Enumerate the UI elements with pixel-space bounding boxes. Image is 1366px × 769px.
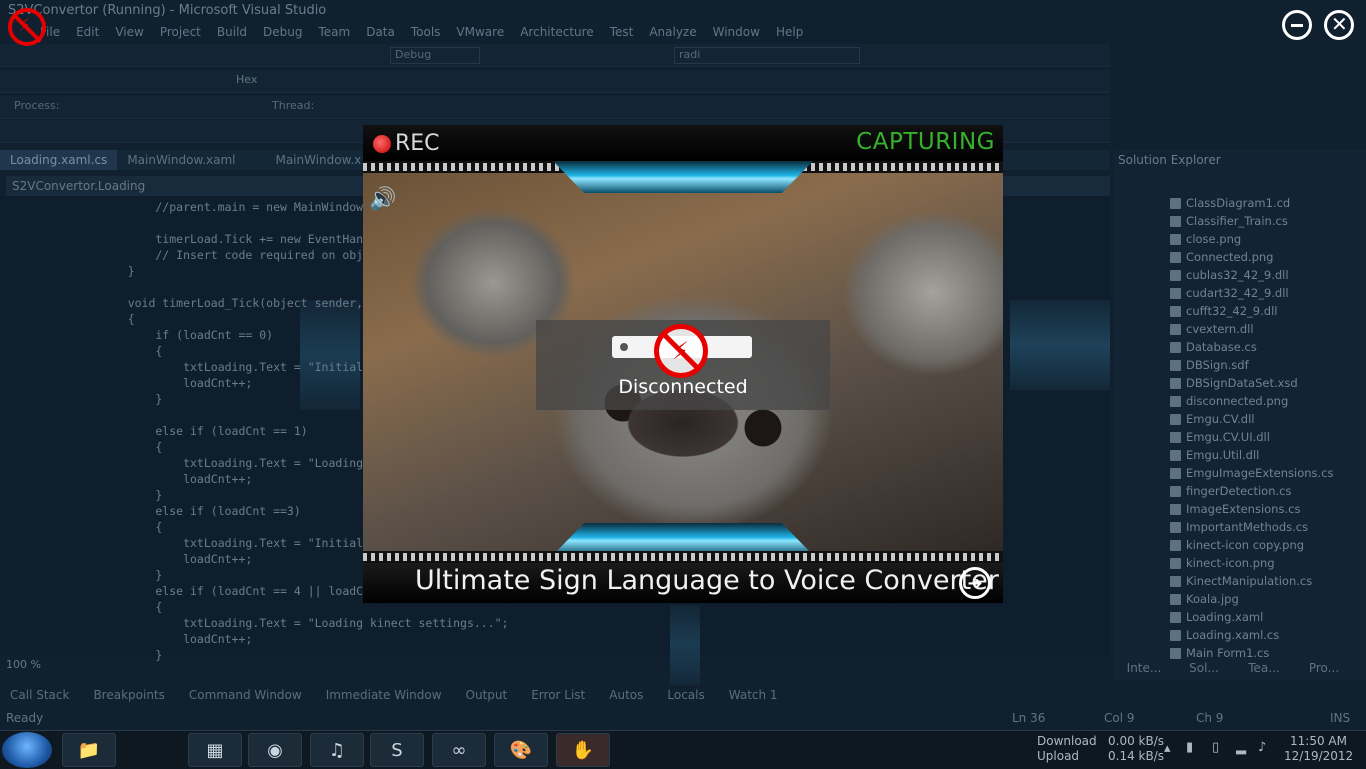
- itunes-icon[interactable]: ♫: [310, 733, 364, 767]
- rec-dot-icon: [373, 135, 391, 153]
- paint-app-icon[interactable]: ▦: [188, 733, 242, 767]
- capturing-status: CAPTURING: [856, 129, 995, 155]
- upload-speed: 0.14 kB/s: [1108, 749, 1165, 763]
- upload-label: Upload: [1037, 749, 1080, 763]
- battery-icon[interactable]: ▯: [1212, 740, 1219, 755]
- windows-taskbar: 📁 ▦ ◉ ♫ S ∞ 🎨 ✋ Download Upload 0.00 kB/…: [0, 730, 1366, 769]
- paint-icon[interactable]: 🎨: [494, 733, 548, 767]
- progress-dot: [620, 343, 628, 351]
- clock-time[interactable]: 11:50 AM: [1290, 734, 1347, 748]
- arrow-right-icon: ➔: [967, 572, 983, 594]
- explorer-icon[interactable]: 📁: [62, 733, 116, 767]
- rec-label: REC: [395, 131, 440, 156]
- chrome-icon[interactable]: ◉: [248, 733, 302, 767]
- footer-bar: Ultimate Sign Language to Voice Converte…: [363, 563, 1003, 603]
- clock-date[interactable]: 12/19/2012: [1284, 749, 1353, 763]
- disconnected-indicator-icon: ⚡: [8, 8, 46, 46]
- visual-studio-icon[interactable]: ∞: [432, 733, 486, 767]
- minimize-icon: [1291, 24, 1303, 27]
- network-icon[interactable]: ▮: [1186, 740, 1193, 755]
- disconnected-label: Disconnected: [618, 376, 748, 398]
- disconnected-icon: ⚡: [654, 324, 708, 378]
- skype-icon[interactable]: S: [370, 733, 424, 767]
- app-title: Ultimate Sign Language to Voice Converte…: [415, 565, 999, 596]
- next-arrow-button[interactable]: ➔: [959, 567, 991, 599]
- speaker-icon[interactable]: 🔊: [369, 187, 401, 213]
- converter-app-icon[interactable]: ✋: [556, 733, 610, 767]
- filmstrip-bottom: [363, 551, 1003, 563]
- download-label: Download: [1037, 734, 1097, 748]
- tray-arrow-icon[interactable]: ▴: [1164, 741, 1171, 756]
- minimize-button[interactable]: [1282, 10, 1312, 40]
- close-icon: ✕: [1331, 12, 1348, 36]
- volume-icon[interactable]: ♪: [1258, 740, 1266, 755]
- download-speed: 0.00 kB/s: [1108, 734, 1165, 748]
- blue-glow-top: [553, 161, 813, 193]
- capture-header: REC CAPTURING: [363, 125, 1003, 161]
- signal-icon[interactable]: ▂: [1236, 740, 1246, 755]
- close-button[interactable]: ✕: [1324, 10, 1354, 40]
- start-button[interactable]: [2, 732, 52, 768]
- disconnected-popup: ⚡ Disconnected: [536, 320, 830, 410]
